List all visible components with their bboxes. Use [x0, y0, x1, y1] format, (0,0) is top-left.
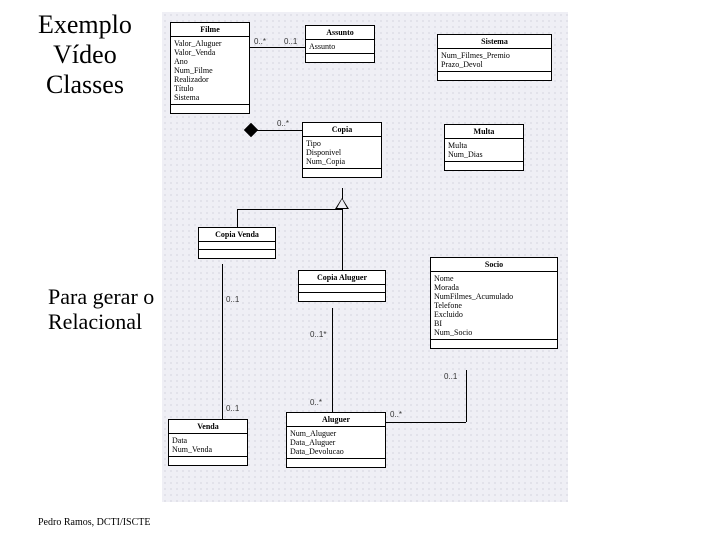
mult-filme-assunto-r: 0..1 — [284, 37, 297, 46]
title-line-3: Classes — [38, 70, 132, 100]
class-copia-name: Copia — [303, 123, 381, 137]
class-venda-attrs: Data Num_Venda — [169, 434, 247, 457]
class-copia-aluguer-ops — [299, 293, 385, 301]
line-cv-venda — [222, 264, 223, 419]
class-copia-attrs: Tipo Disponivel Num_Copia — [303, 137, 381, 169]
class-multa-attrs: Multa Num_Dias — [445, 139, 523, 162]
class-filme-attrs: Valor_Aluguer Valor_Venda Ano Num_Filme … — [171, 37, 249, 105]
line-aluguer-socio-h — [386, 422, 466, 423]
class-venda-ops — [169, 457, 247, 465]
class-copia-aluguer-name: Copia Aluguer — [299, 271, 385, 285]
page-subtitle: Para gerar o Relacional — [48, 284, 154, 335]
mult-ca-aluguer-t: 0..1* — [310, 330, 326, 339]
class-aluguer: Aluguer Num_Aluguer Data_Aluguer Data_De… — [286, 412, 386, 468]
mult-aluguer-socio-l: 0..* — [390, 410, 402, 419]
line-filme-assunto — [250, 47, 305, 48]
class-copia-ops — [303, 169, 381, 177]
class-filme-ops — [171, 105, 249, 113]
class-copia-venda-attrs — [199, 242, 275, 250]
mult-cv-venda-b: 0..1 — [226, 404, 239, 413]
class-socio-name: Socio — [431, 258, 557, 272]
class-multa-name: Multa — [445, 125, 523, 139]
mult-aluguer-socio-r: 0..1 — [444, 372, 457, 381]
class-venda: Venda Data Num_Venda — [168, 419, 248, 466]
class-aluguer-ops — [287, 459, 385, 467]
class-multa-ops — [445, 162, 523, 170]
class-socio-ops — [431, 340, 557, 348]
class-copia-aluguer: Copia Aluguer — [298, 270, 386, 302]
subtitle-line-1: Para gerar o — [48, 284, 154, 309]
class-copia-venda-ops — [199, 250, 275, 258]
line-ca-aluguer — [332, 308, 333, 412]
mult-filme-assunto-l: 0..* — [254, 37, 266, 46]
title-line-2: Vídeo — [38, 40, 132, 70]
mult-ca-aluguer-b: 0..* — [310, 398, 322, 407]
line-gen-to-ca — [342, 209, 343, 270]
class-copia-venda: Copia Venda — [198, 227, 276, 259]
subtitle-line-2: Relacional — [48, 309, 154, 334]
class-copia: Copia Tipo Disponivel Num_Copia — [302, 122, 382, 178]
page-title: Exemplo Vídeo Classes — [38, 10, 132, 100]
class-copia-venda-name: Copia Venda — [199, 228, 275, 242]
class-assunto: Assunto Assunto — [305, 25, 375, 63]
class-sistema-name: Sistema — [438, 35, 551, 49]
title-line-1: Exemplo — [38, 10, 132, 40]
diamond-filme-copia — [244, 123, 258, 137]
triangle-copia-gen — [335, 198, 349, 209]
class-assunto-attrs: Assunto — [306, 40, 374, 54]
class-filme: Filme Valor_Aluguer Valor_Venda Ano Num_… — [170, 22, 250, 114]
uml-canvas: Filme Valor_Aluguer Valor_Venda Ano Num_… — [162, 12, 568, 502]
class-socio: Socio Nome Morada NumFilmes_Acumulado Te… — [430, 257, 558, 349]
class-multa: Multa Multa Num_Dias — [444, 124, 524, 171]
line-aluguer-socio-v — [466, 370, 467, 422]
line-gen-h — [237, 209, 343, 210]
class-sistema: Sistema Num_Filmes_Premio Prazo_Devol — [437, 34, 552, 81]
class-sistema-attrs: Num_Filmes_Premio Prazo_Devol — [438, 49, 551, 72]
class-aluguer-name: Aluguer — [287, 413, 385, 427]
line-gen-to-cv — [237, 209, 238, 227]
mult-cv-venda-t: 0..1 — [226, 295, 239, 304]
class-filme-name: Filme — [171, 23, 249, 37]
class-venda-name: Venda — [169, 420, 247, 434]
class-socio-attrs: Nome Morada NumFilmes_Acumulado Telefone… — [431, 272, 557, 340]
class-sistema-ops — [438, 72, 551, 80]
class-aluguer-attrs: Num_Aluguer Data_Aluguer Data_Devolucao — [287, 427, 385, 459]
mult-filme-copia: 0..* — [277, 119, 289, 128]
class-assunto-ops — [306, 54, 374, 62]
page-footer: Pedro Ramos, DCTI/ISCTE — [38, 517, 151, 528]
class-copia-aluguer-attrs — [299, 285, 385, 293]
class-assunto-name: Assunto — [306, 26, 374, 40]
